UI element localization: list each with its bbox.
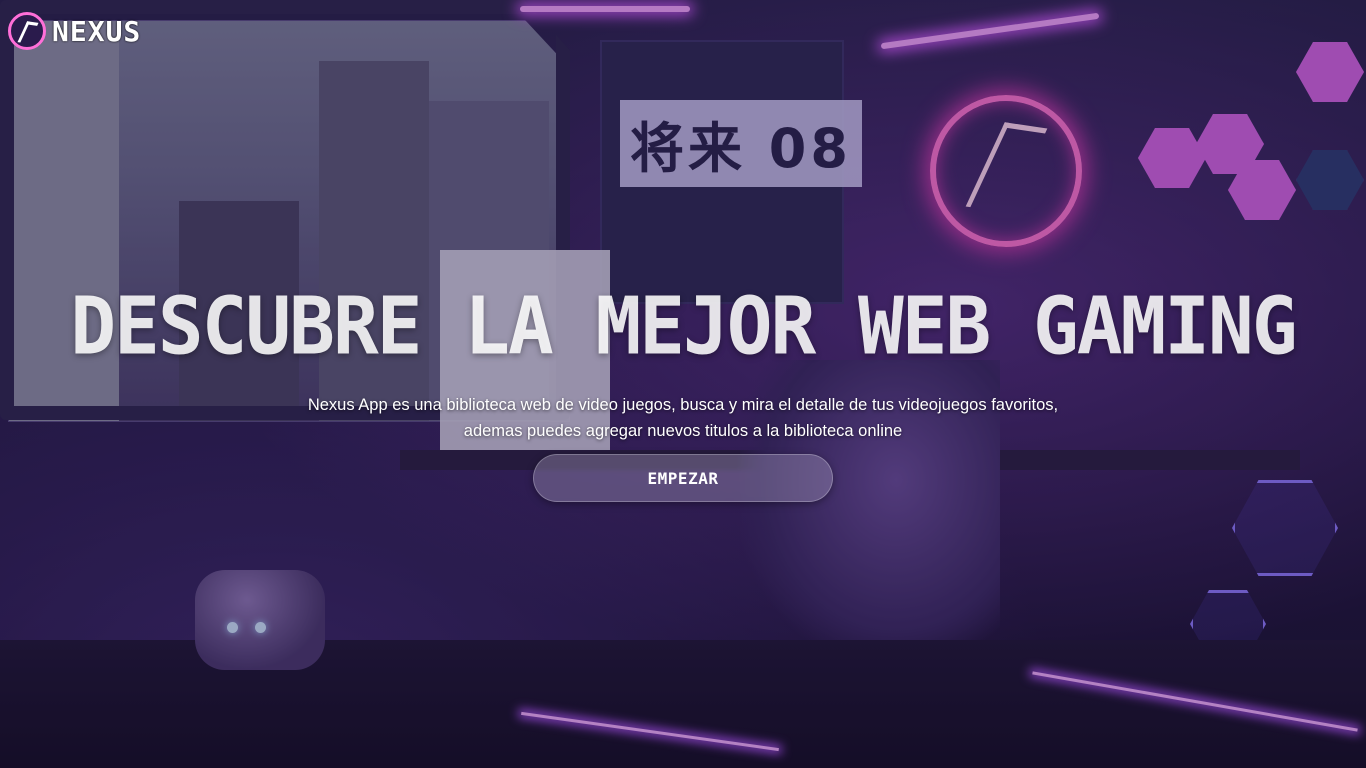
brand-name: NEXUS (52, 14, 142, 48)
start-button-label: EMPEZAR (647, 468, 719, 488)
hero-description-line: Nexus App es una biblioteca web de video… (307, 396, 1059, 414)
brand-logo-link[interactable]: NEXUS (8, 12, 141, 50)
hero-description-line: ademas puedes agregar nuevos titulos a l… (463, 422, 903, 440)
overlay-shade (0, 0, 1366, 768)
hero-background-scene: 将来 08 (0, 0, 1366, 768)
nexus-logo-icon (8, 12, 46, 50)
hero-title: DESCUBRE LA MEJOR WEB GAMING (70, 278, 1297, 373)
start-button[interactable]: EMPEZAR (533, 454, 833, 502)
hero-description: Nexus App es una biblioteca web de video… (233, 392, 1133, 444)
